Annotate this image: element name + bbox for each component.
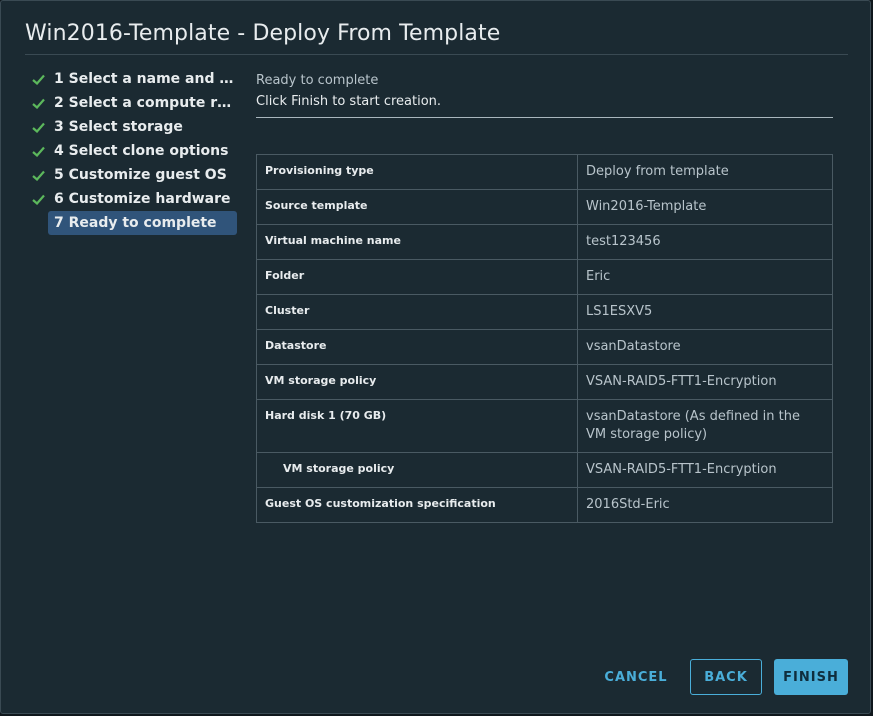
check-icon [31, 144, 45, 158]
step-ready-to-complete[interactable]: 7 Ready to complete [48, 211, 237, 235]
check-icon [31, 120, 45, 134]
content-divider [256, 117, 833, 118]
summary-value: Eric [577, 259, 833, 295]
table-row: Folder Eric [256, 259, 833, 295]
summary-key: Source template [256, 189, 578, 225]
summary-value: Deploy from template [577, 154, 833, 190]
table-row: VM storage policy VSAN-RAID5-FTT1-Encryp… [256, 452, 833, 488]
step-label: 5 Customize guest OS [54, 167, 227, 183]
wizard-steps: 1 Select a name and folder 2 Select a co… [31, 67, 241, 235]
summary-value: vsanDatastore (As defined in the VM stor… [577, 399, 833, 453]
check-icon [31, 192, 45, 206]
content-header: Ready to complete Click Finish to start … [256, 71, 833, 118]
table-row: Datastore vsanDatastore [256, 329, 833, 365]
summary-key: Provisioning type [256, 154, 578, 190]
summary-value: Win2016-Template [577, 189, 833, 225]
summary-key: Guest OS customization specification [256, 487, 578, 523]
table-row: Provisioning type Deploy from template [256, 154, 833, 190]
table-row: Hard disk 1 (70 GB) vsanDatastore (As de… [256, 399, 833, 453]
check-icon [31, 96, 45, 110]
check-icon [31, 168, 45, 182]
check-icon [31, 72, 45, 86]
step-customize-hardware[interactable]: 6 Customize hardware [31, 187, 241, 211]
table-row: VM storage policy VSAN-RAID5-FTT1-Encryp… [256, 364, 833, 400]
summary-key: Cluster [256, 294, 578, 330]
summary-key: Virtual machine name [256, 224, 578, 260]
summary-key: VM storage policy [256, 364, 578, 400]
summary-value: VSAN-RAID5-FTT1-Encryption [577, 452, 833, 488]
summary-value: VSAN-RAID5-FTT1-Encryption [577, 364, 833, 400]
section-subheading: Click Finish to start creation. [256, 94, 442, 109]
step-label: 3 Select storage [54, 119, 183, 135]
table-row: Guest OS customization specification 201… [256, 487, 833, 523]
step-customize-guest-os[interactable]: 5 Customize guest OS [31, 163, 241, 187]
summary-value: 2016Std-Eric [577, 487, 833, 523]
step-select-compute-resource[interactable]: 2 Select a compute reso… [31, 91, 241, 115]
finish-button[interactable]: FINISH [774, 659, 848, 695]
step-label: 2 Select a compute reso… [54, 95, 234, 111]
table-row: Source template Win2016-Template [256, 189, 833, 225]
summary-key: Datastore [256, 329, 578, 365]
step-label: 6 Customize hardware [54, 191, 231, 207]
step-label: 7 Ready to complete [54, 215, 217, 231]
summary-key: VM storage policy [256, 452, 578, 488]
summary-key: Hard disk 1 (70 GB) [256, 399, 578, 453]
step-label: 4 Select clone options [54, 143, 229, 159]
step-select-storage[interactable]: 3 Select storage [31, 115, 241, 139]
step-select-name-folder[interactable]: 1 Select a name and folder [31, 67, 241, 91]
dialog-title: Win2016-Template - Deploy From Template [25, 21, 501, 46]
summary-value: vsanDatastore [577, 329, 833, 365]
summary-value: LS1ESXV5 [577, 294, 833, 330]
step-label: 1 Select a name and folder [54, 71, 234, 87]
back-button[interactable]: BACK [690, 659, 762, 695]
table-row: Cluster LS1ESXV5 [256, 294, 833, 330]
title-divider [25, 54, 848, 55]
step-select-clone-options[interactable]: 4 Select clone options [31, 139, 241, 163]
summary-key: Folder [256, 259, 578, 295]
table-row: Virtual machine name test123456 [256, 224, 833, 260]
summary-table: Provisioning type Deploy from template S… [256, 154, 833, 523]
deploy-from-template-dialog: Win2016-Template - Deploy From Template … [0, 0, 871, 714]
section-heading: Ready to complete [256, 73, 379, 88]
cancel-button[interactable]: CANCEL [597, 659, 675, 695]
summary-value: test123456 [577, 224, 833, 260]
